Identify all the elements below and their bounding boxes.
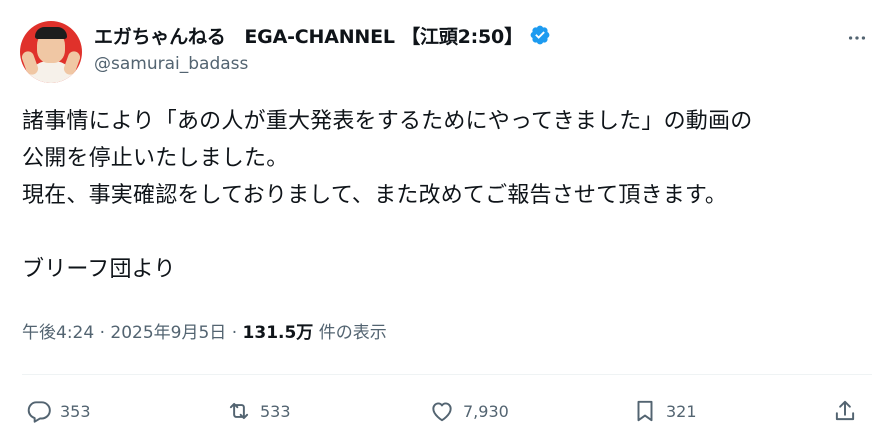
bookmark-count: 321 bbox=[666, 401, 697, 421]
meta-separator: · bbox=[94, 323, 111, 343]
author-handle[interactable]: @samurai_badass bbox=[94, 54, 248, 74]
reply-count: 353 bbox=[60, 401, 91, 421]
avatar[interactable] bbox=[20, 21, 82, 83]
like-button[interactable]: 7,930 bbox=[429, 393, 509, 429]
avatar-arm-right bbox=[62, 49, 82, 77]
divider bbox=[22, 374, 872, 375]
tweet-line: ブリーフ団より bbox=[22, 257, 176, 282]
retweet-count: 533 bbox=[260, 401, 291, 421]
share-icon bbox=[835, 400, 855, 421]
tweet-line: 公開を停止いたしました。 bbox=[22, 146, 289, 171]
tweet-header: エガちゃんねる EGA-CHANNEL 【江頭2:50】 @samurai_ba… bbox=[20, 14, 872, 84]
author-display-name[interactable]: エガちゃんねる EGA-CHANNEL 【江頭2:50】 bbox=[94, 22, 523, 49]
tweet-line-blank bbox=[22, 214, 872, 251]
author-name-row: エガちゃんねる EGA-CHANNEL 【江頭2:50】 bbox=[94, 20, 551, 50]
share-button[interactable] bbox=[832, 393, 858, 429]
like-count: 7,930 bbox=[463, 401, 509, 421]
tweet-actions: 353 533 7,930 321 bbox=[26, 393, 872, 429]
bookmark-icon bbox=[637, 400, 653, 422]
reply-icon bbox=[27, 401, 51, 423]
reply-button[interactable]: 353 bbox=[26, 393, 91, 429]
retweet-icon bbox=[229, 402, 249, 420]
tweet-date[interactable]: 2025年9月5日 bbox=[110, 323, 226, 343]
tweet-line: 諸事情により「あの人が重大発表をするためにやってきました」の動画の bbox=[22, 109, 753, 134]
view-count-suffix: 件の表示 bbox=[313, 323, 387, 343]
view-count[interactable]: 131.5万 bbox=[243, 323, 314, 343]
retweet-button[interactable]: 533 bbox=[226, 393, 291, 429]
tweet-text: 諸事情により「あの人が重大発表をするためにやってきました」の動画の 公開を停止い… bbox=[22, 103, 872, 288]
avatar-hair bbox=[35, 27, 67, 39]
bookmark-button[interactable]: 321 bbox=[632, 393, 697, 429]
heart-icon bbox=[432, 402, 452, 422]
more-icon[interactable] bbox=[842, 26, 872, 50]
tweet-time[interactable]: 午後4:24 bbox=[22, 323, 94, 343]
meta-separator: · bbox=[226, 323, 243, 343]
tweet-meta: 午後4:24 · 2025年9月5日 · 131.5万 件の表示 bbox=[22, 318, 387, 343]
tweet-line: 現在、事実確認をしておりまして、また改めてご報告させて頂きます。 bbox=[22, 183, 728, 208]
verified-badge-icon[interactable] bbox=[529, 24, 551, 46]
